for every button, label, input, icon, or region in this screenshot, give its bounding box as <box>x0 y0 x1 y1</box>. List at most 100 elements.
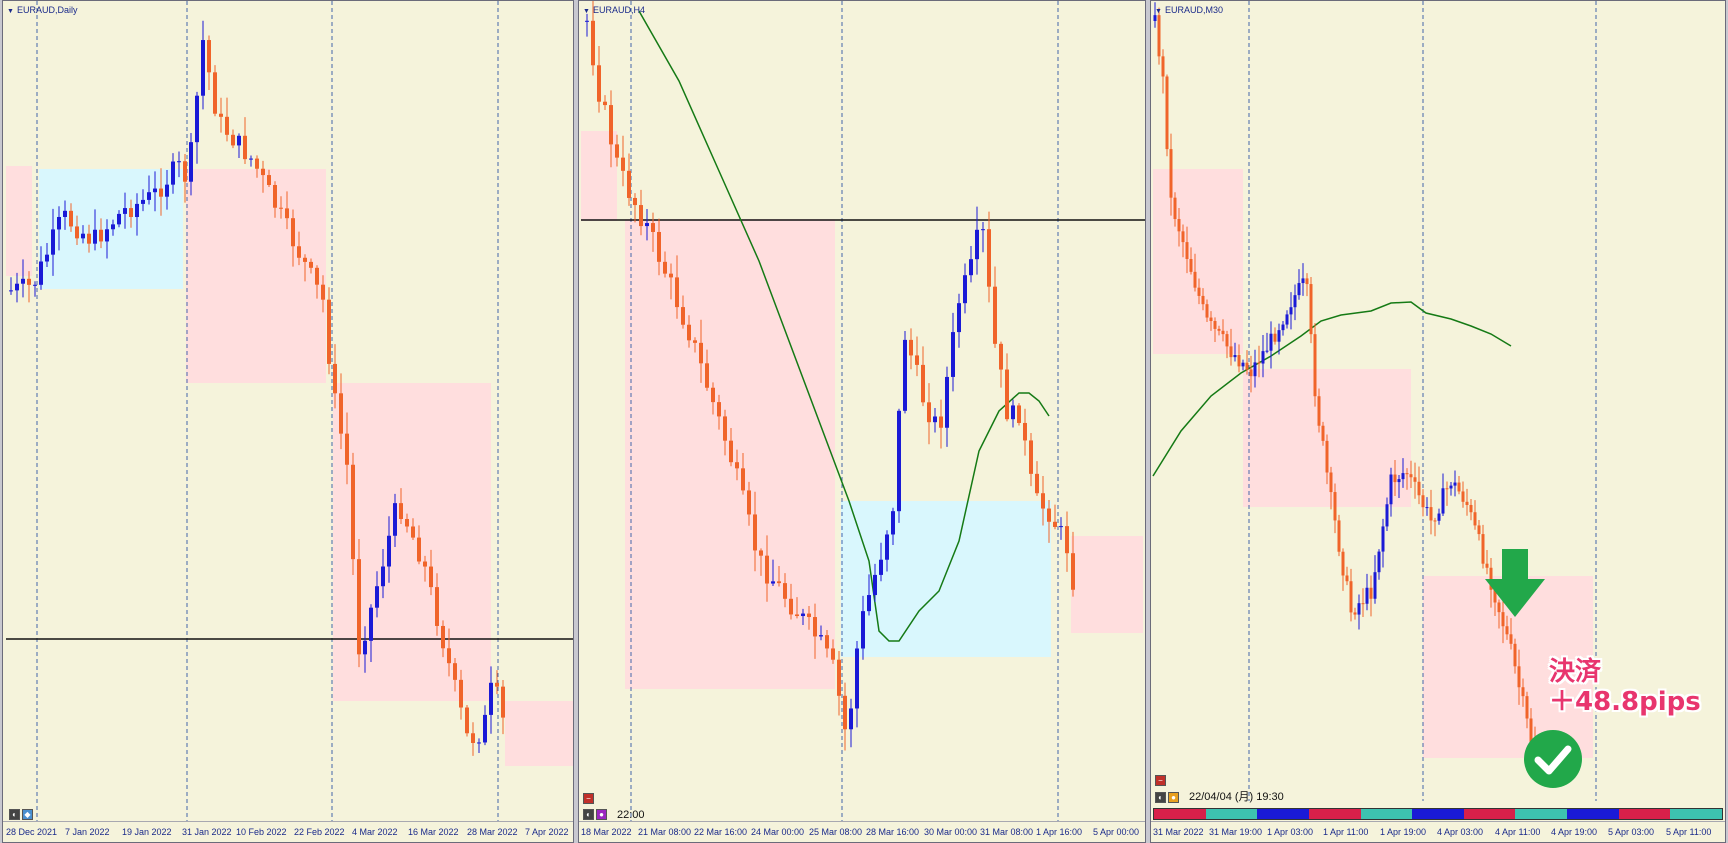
candle-body <box>225 116 229 135</box>
time-label: 5 Apr 00:00 <box>1093 827 1140 837</box>
candle-body <box>735 462 739 469</box>
candle-body <box>1477 525 1481 535</box>
candle-body <box>495 682 499 687</box>
candle-body <box>1357 603 1361 615</box>
candle-body <box>789 598 793 615</box>
panel-settings-icon[interactable]: ● <box>596 809 607 820</box>
candle-body <box>1525 696 1529 719</box>
candle-body <box>1457 482 1461 492</box>
candle-body <box>927 402 931 423</box>
candle-body <box>1277 330 1281 342</box>
zones <box>6 166 573 766</box>
candle-body <box>483 714 487 743</box>
candle-body <box>1289 307 1293 315</box>
candle-body <box>1325 440 1329 473</box>
candle-body <box>1521 687 1525 697</box>
time-axis: 18 Mar 2022 21 Mar 08:00 22 Mar 16:00 24… <box>579 821 1145 842</box>
candle-body <box>291 218 295 247</box>
candle-body <box>1437 513 1441 521</box>
candle-body <box>255 158 259 169</box>
candle-body <box>585 20 589 22</box>
candle-body <box>141 199 145 204</box>
candle-body <box>915 355 919 365</box>
candle-body <box>1433 520 1437 522</box>
candle-body <box>1193 271 1197 288</box>
candle-body <box>435 587 439 626</box>
candle-body <box>459 679 463 708</box>
time-label: 28 Dec 2021 <box>6 827 58 837</box>
candle-body <box>1317 396 1321 426</box>
candle-body <box>1285 314 1289 325</box>
candle-body <box>1341 551 1345 576</box>
time-label: 24 Mar 00:00 <box>751 827 805 837</box>
time-label: 31 Mar 2022 <box>1153 827 1204 837</box>
candle-body <box>1241 362 1245 367</box>
candle-body <box>99 229 103 242</box>
chart-panel-daily[interactable]: ▼ EURAUD,Daily ◐ ◆ 28 Dec 2021 7 Jan 2022… <box>2 0 574 843</box>
candle-body <box>705 363 709 388</box>
candle-body <box>15 283 19 291</box>
candle-body <box>369 607 373 641</box>
candle-body <box>429 566 433 588</box>
panel-minus-icon[interactable]: − <box>1155 775 1166 786</box>
candle-body <box>315 267 319 285</box>
candle-body <box>699 342 703 364</box>
candle-body <box>351 464 355 560</box>
candle-body <box>609 105 613 145</box>
candle-body <box>111 224 115 230</box>
candle-body <box>849 708 853 730</box>
candle-body <box>327 299 331 364</box>
candle-body <box>1381 526 1385 552</box>
candle-body <box>1369 587 1373 599</box>
candle-body <box>159 188 163 197</box>
candle-body <box>1269 333 1273 351</box>
candle-body <box>189 142 193 182</box>
candle-body <box>675 277 679 308</box>
clock-label: 22:00 <box>617 809 645 821</box>
candle-body <box>969 259 973 276</box>
candle-body <box>1309 284 1313 335</box>
candle-body <box>1165 76 1169 150</box>
candle-body <box>783 583 787 599</box>
candle-body <box>165 184 169 197</box>
candle-body <box>1035 473 1039 494</box>
candle-body <box>1505 626 1509 635</box>
candle-body <box>1153 15 1157 21</box>
candle-body <box>1301 278 1305 284</box>
candle-body <box>951 332 955 377</box>
candle-body <box>657 231 661 262</box>
chart-title: ▼ EURAUD,Daily <box>7 5 78 15</box>
chart-panel-m30[interactable]: ▼ EURAUD,M30 決済 ＋48.8pips − ◐ ● 22/04/04 … <box>1150 0 1726 843</box>
panel-tool-icon[interactable]: ◐ <box>583 809 594 820</box>
candle-body <box>813 617 817 637</box>
candle-body <box>1213 321 1217 329</box>
candle-body <box>207 40 211 73</box>
candle-body <box>1449 485 1453 489</box>
candle-body <box>1373 572 1377 599</box>
candle-body <box>1265 350 1269 352</box>
candle-body <box>885 534 889 560</box>
candle-body <box>1469 504 1473 513</box>
candle-body <box>963 275 967 304</box>
candle-body <box>1157 15 1161 57</box>
candle-body <box>69 210 73 227</box>
candle-body <box>1071 553 1075 590</box>
candle-body <box>741 468 745 491</box>
candle-body <box>651 223 655 232</box>
chart-title: ▼ EURAUD,M30 <box>1155 5 1223 15</box>
candle-body <box>1345 575 1349 582</box>
candle-body <box>639 205 643 227</box>
candle-body <box>453 663 457 680</box>
candle-body <box>1385 504 1389 527</box>
panel-settings-icon[interactable]: ● <box>1168 792 1179 803</box>
candle-body <box>1517 666 1521 688</box>
candle-body <box>1181 231 1185 243</box>
candle-body <box>747 490 751 515</box>
panel-tool-icon[interactable]: ◐ <box>1155 792 1166 803</box>
time-label: 28 Mar 2022 <box>467 827 518 837</box>
panel-expand-icon[interactable]: ◆ <box>22 809 33 820</box>
panel-minus-icon[interactable]: − <box>583 793 594 804</box>
time-label: 31 Mar 19:00 <box>1209 827 1263 837</box>
chart-panel-h4[interactable]: ▼ EURAUD,H4 − ◐ ● 22:00 18 Mar 2022 21 Ma… <box>578 0 1146 843</box>
panel-tool-icon[interactable]: ◐ <box>9 809 20 820</box>
